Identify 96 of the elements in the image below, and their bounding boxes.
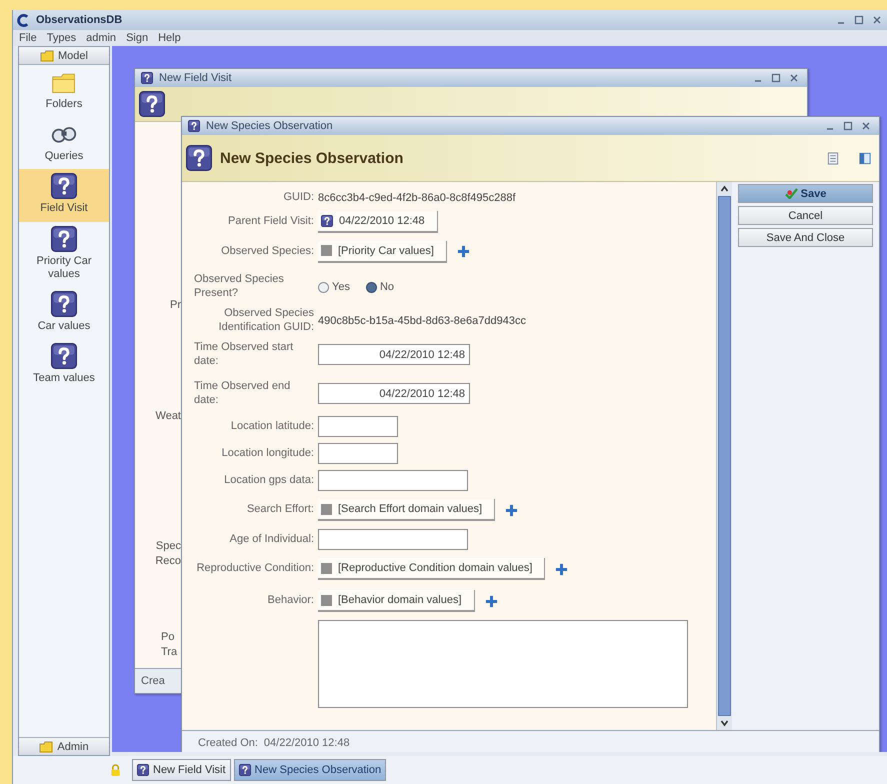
maximize-button[interactable] — [841, 121, 855, 131]
close-icon — [861, 121, 871, 131]
date-field[interactable]: 04/22/2010 12:48 — [318, 344, 470, 365]
sidebar-item[interactable]: Car values — [19, 286, 109, 340]
field-label: Time Observed end date: — [194, 380, 290, 406]
close-icon — [789, 73, 799, 83]
question-icon — [186, 145, 212, 171]
input-field[interactable] — [318, 443, 398, 464]
sidebar-item[interactable]: Team values — [19, 339, 109, 392]
add-icon[interactable] — [505, 504, 518, 516]
record-link-button[interactable]: 04/22/2010 12:48 — [318, 211, 438, 233]
menu-item[interactable]: Help — [154, 32, 185, 44]
field-label: Observed Species Present? — [194, 273, 284, 299]
field-label: Po Tra — [160, 630, 178, 660]
sidebar-footer[interactable]: Admin — [19, 737, 109, 755]
lookup-button[interactable]: [Search Effort domain values] — [318, 499, 496, 521]
text-area[interactable] — [318, 620, 688, 708]
field-value: 8c6cc3b4-c9ed-4f2b-86a0-8c8f495c288f — [318, 192, 516, 204]
maximize-icon — [771, 73, 781, 83]
scroll-up-icon[interactable] — [718, 184, 731, 194]
maximize-button[interactable] — [852, 15, 866, 25]
lock-icon — [110, 764, 121, 776]
footer-label: Created On: — [198, 737, 258, 749]
sidebar-item[interactable]: Field Visit — [19, 169, 109, 222]
menu-item[interactable]: admin — [82, 32, 120, 44]
sidebar-item[interactable]: Queries — [19, 117, 109, 170]
folder-icon — [39, 740, 54, 752]
question-icon — [51, 173, 77, 200]
minimize-icon — [755, 80, 761, 82]
field-label: Weat — [154, 409, 181, 424]
document-icon[interactable] — [827, 152, 839, 164]
lookup-button[interactable]: [Reproductive Condition domain values] — [318, 558, 546, 580]
field-label: Location longitude: — [222, 446, 314, 459]
question-icon — [51, 226, 77, 252]
window-title: ObservationsDB — [36, 14, 122, 26]
radio-option[interactable]: Yes — [318, 281, 356, 293]
window-title: New Species Observation — [206, 120, 333, 132]
question-icon — [141, 72, 153, 84]
question-icon — [139, 91, 165, 117]
minimize-icon — [827, 128, 833, 130]
maximize-icon — [854, 15, 864, 25]
field-label: Behavior: — [268, 594, 314, 606]
field-label: Reproductive Condition: — [196, 562, 314, 574]
field-label: Age of Individual: — [230, 532, 314, 545]
input-field[interactable] — [318, 529, 468, 550]
scroll-down-icon[interactable] — [718, 718, 731, 728]
taskbar-button[interactable]: New Species Observation — [234, 759, 386, 781]
footer-value: 04/22/2010 12:48 — [264, 737, 350, 749]
field-label: Observed Species: — [221, 244, 314, 257]
sidebar-header[interactable]: Model — [19, 47, 109, 65]
field-label: Location gps data: — [224, 474, 314, 486]
field-label: Pr — [169, 298, 181, 313]
checkmark-icon — [784, 188, 798, 199]
field-label: Spec Reco — [154, 538, 181, 570]
folder-icon — [40, 50, 54, 62]
date-field[interactable]: 04/22/2010 12:48 — [318, 383, 470, 404]
scrollbar[interactable] — [716, 182, 732, 730]
menu-item[interactable]: Types — [42, 32, 80, 44]
field-label: Location latitude: — [230, 420, 314, 432]
action-button[interactable]: Save — [738, 184, 873, 203]
field-label: Search Effort: — [246, 503, 314, 516]
question-icon — [188, 120, 200, 132]
question-icon — [238, 764, 251, 776]
action-button[interactable]: Save And Close — [738, 228, 873, 247]
field-label: Observed Species Identification GUID: — [218, 307, 314, 333]
lookup-button[interactable]: [Behavior domain values] — [318, 590, 475, 612]
window-title: New Field Visit — [159, 72, 232, 84]
field-label: Parent Field Visit: — [228, 215, 314, 228]
input-field[interactable] — [318, 416, 398, 437]
radio-option[interactable]: No — [366, 281, 400, 293]
maximize-icon — [843, 121, 853, 131]
add-icon[interactable] — [555, 562, 568, 576]
question-icon — [137, 764, 149, 776]
field-value: 490c8b5c-b15a-45bd-8d63-8e6a7dd943cc — [318, 314, 526, 327]
action-button[interactable]: Cancel — [738, 206, 873, 225]
taskbar-button[interactable]: New Field Visit — [132, 759, 231, 781]
panel-icon[interactable] — [859, 152, 871, 164]
close-icon — [872, 15, 882, 25]
lookup-button[interactable]: [Priority Car values] — [318, 240, 447, 262]
maximize-button[interactable] — [769, 73, 783, 83]
minimize-icon — [838, 22, 844, 24]
menu-item[interactable]: File — [15, 32, 41, 44]
sidebar-item[interactable]: Folders — [19, 65, 109, 118]
app-logo-icon — [17, 14, 30, 26]
question-icon — [321, 215, 333, 227]
input-field[interactable] — [318, 470, 468, 491]
question-icon — [51, 343, 77, 370]
field-label: GUID: — [283, 191, 314, 204]
menu-item[interactable]: Sign — [122, 32, 152, 44]
add-icon[interactable] — [484, 594, 498, 608]
add-icon[interactable] — [456, 245, 470, 258]
footer-text: Crea — [141, 675, 165, 687]
field-label: Time Observed start date: — [194, 340, 294, 366]
sidebar-item[interactable]: Priority Car values — [19, 222, 109, 287]
question-icon — [51, 290, 77, 317]
form-title: New Species Observation — [220, 150, 404, 166]
